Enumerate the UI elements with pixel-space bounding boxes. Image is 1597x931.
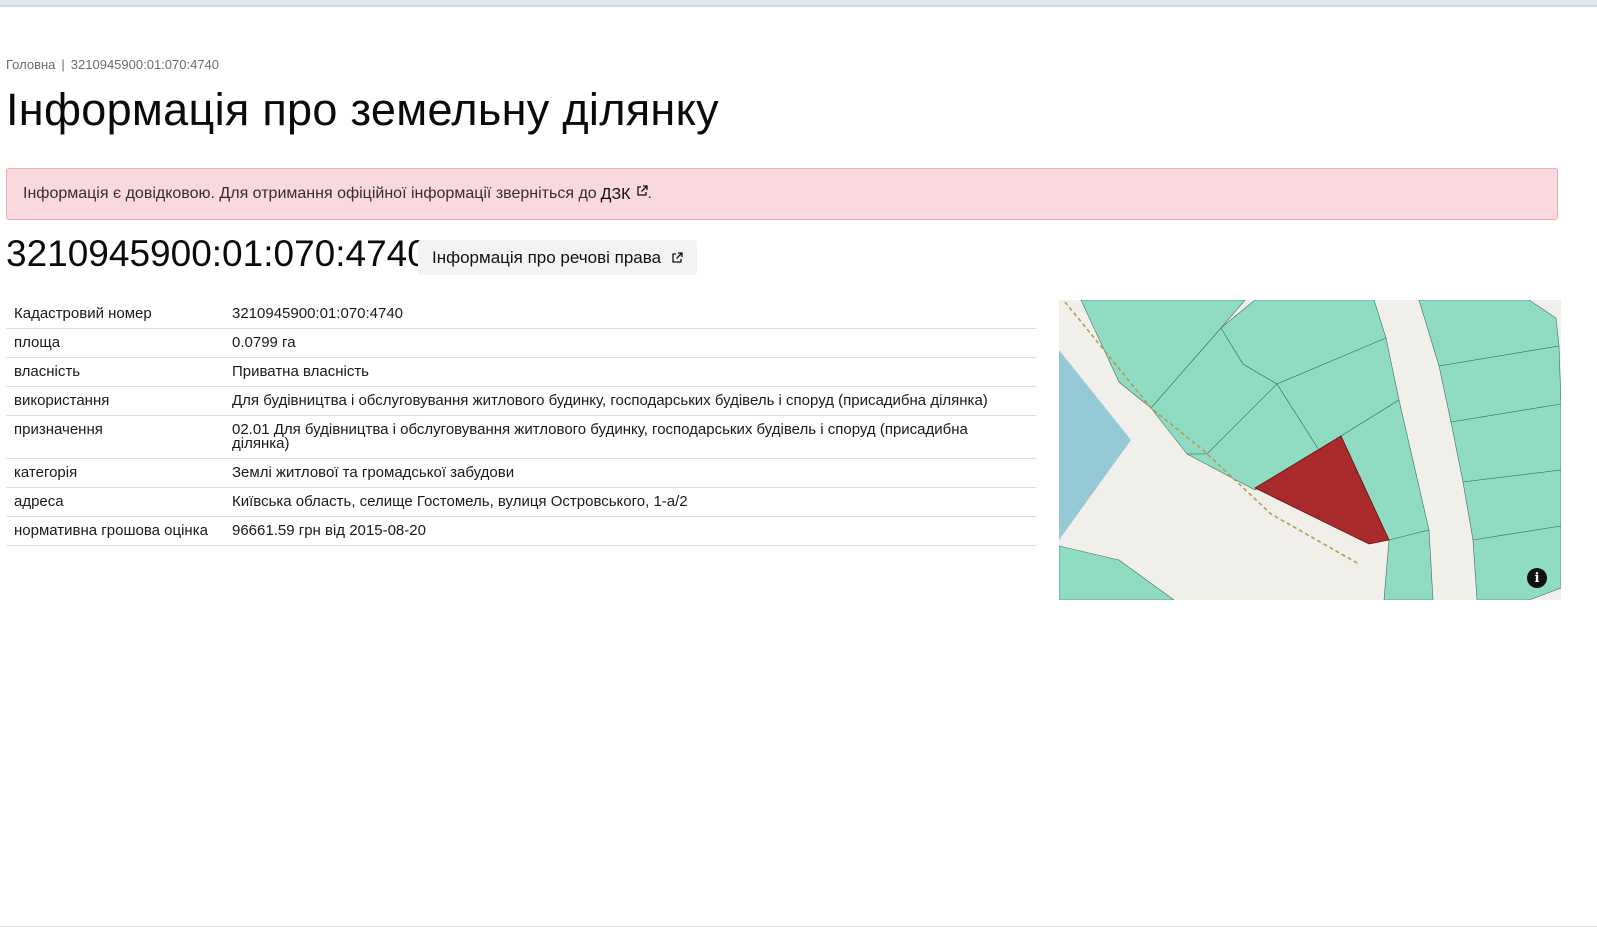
row-key: використання (6, 386, 224, 416)
bottom-divider (0, 926, 1597, 927)
row-value: Для будівництва і обслуговування житлово… (224, 386, 1036, 416)
alert-text: Інформація є довідковою. Для отримання о… (23, 185, 597, 202)
row-key: призначення (6, 415, 224, 459)
neighbor-parcel (1383, 529, 1434, 600)
breadcrumb-home-link[interactable]: Головна (6, 57, 55, 72)
table-row: призначення 02.01 Для будівництва і обслу… (6, 415, 1036, 459)
row-key: Кадастровий номер (6, 300, 224, 329)
external-link-icon (636, 184, 648, 196)
breadcrumb: Головна | 3210945900:01:070:4740 (6, 57, 219, 72)
table-row: Кадастровий номер 3210945900:01:070:4740 (6, 300, 1036, 329)
row-key: площа (6, 328, 224, 358)
row-value: Землі житлової та громадської забудови (224, 458, 1036, 488)
row-key: власність (6, 357, 224, 387)
parcel-info-table: Кадастровий номер 3210945900:01:070:4740 … (6, 300, 1036, 546)
parcel-map[interactable]: i (1059, 300, 1561, 600)
row-value: Приватна власність (224, 357, 1036, 387)
table-row: адреса Київська область, селище Гостомель… (6, 487, 1036, 517)
dzk-link[interactable]: ДЗК (600, 184, 648, 204)
table-row: нормативна грошова оцінка 96661.59 грн ві… (6, 516, 1036, 546)
table-row: використання Для будівництва і обслуговув… (6, 386, 1036, 416)
breadcrumb-current: 3210945900:01:070:4740 (70, 57, 220, 72)
alert-suffix: . (647, 185, 652, 202)
map-canvas[interactable] (1059, 300, 1561, 600)
table-row: категорія Землі житлової та громадської з… (6, 458, 1036, 488)
row-value: Київська область, селище Гостомель, вули… (224, 487, 1036, 517)
top-divider (0, 5, 1597, 7)
property-rights-button[interactable]: Інформація про речові права (418, 240, 698, 275)
row-key: адреса (6, 487, 224, 517)
breadcrumb-separator: | (61, 57, 65, 72)
row-key: нормативна грошова оцінка (6, 516, 224, 546)
row-value: 0.0799 га (224, 328, 1036, 358)
table-row: площа 0.0799 га (6, 328, 1036, 358)
info-icon[interactable]: i (1527, 568, 1547, 588)
page-title: Інформація про земельну ділянку (6, 84, 719, 135)
dzk-link-label: ДЗК (600, 185, 631, 203)
table-row: власність Приватна власність (6, 357, 1036, 387)
row-key: категорія (6, 458, 224, 488)
row-value: 96661.59 грн від 2015-08-20 (224, 516, 1036, 546)
external-link-icon (672, 251, 683, 263)
row-value: 02.01 Для будівництва і обслуговування ж… (224, 415, 1036, 459)
parcel-number-heading: 3210945900:01:070:4740 (6, 233, 428, 274)
property-rights-label: Інформація про речові права (432, 247, 662, 267)
row-value: 3210945900:01:070:4740 (224, 300, 1036, 329)
disclaimer-alert: Інформація є довідковою. Для отримання о… (6, 168, 1558, 220)
